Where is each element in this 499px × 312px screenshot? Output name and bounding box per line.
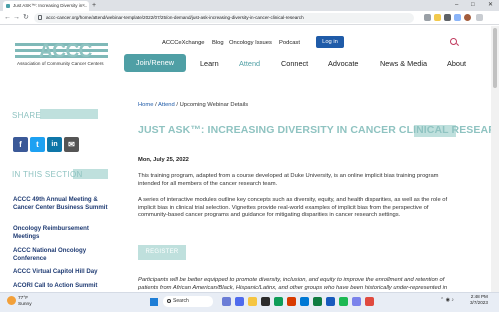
browser-tab[interactable]: Just ASK™: Increasing Diversity in ... × <box>3 1 89 11</box>
nav-item-advocate[interactable]: Advocate <box>328 59 358 68</box>
profile-avatar[interactable] <box>464 14 471 21</box>
weather-condition: Sunny <box>18 301 32 307</box>
url-input[interactable]: accc-cancer.org/home/attend/webinar-temp… <box>34 13 414 23</box>
tab-close-icon[interactable]: × <box>82 1 85 11</box>
lock-icon <box>38 15 42 20</box>
taskbar-clock[interactable]: 2:48 PM 3/7/2023 <box>470 294 488 306</box>
word-icon[interactable] <box>326 297 335 306</box>
sidebar-link-capitol-hill[interactable]: ACCC Virtual Capitol Hill Day <box>13 268 111 276</box>
taskbar-search-icon <box>167 299 171 303</box>
nav-item-connect[interactable]: Connect <box>281 59 308 68</box>
search-icon[interactable] <box>450 38 457 45</box>
utility-link-podcast[interactable]: Podcast <box>279 40 300 46</box>
bookmark-star-icon[interactable] <box>434 14 441 21</box>
login-button[interactable]: Log in <box>316 36 344 48</box>
system-tray-icons[interactable]: ⌃ ◉ ♪ <box>440 297 454 303</box>
browser-tab-bar: Just ASK™: Increasing Diversity in ... ×… <box>0 0 499 11</box>
chat-app-icon[interactable] <box>235 297 244 306</box>
reload-icon[interactable]: ↻ <box>23 13 29 23</box>
site-favicon-icon <box>6 4 10 8</box>
chrome-browser-icon[interactable] <box>274 297 283 306</box>
twitter-icon[interactable]: t <box>30 137 45 152</box>
description-paragraph: This training program, adapted from a co… <box>138 173 439 187</box>
accc-logo[interactable]: ACCC Association of Community Cancer Cen… <box>15 40 108 69</box>
close-window-icon[interactable]: ✕ <box>488 0 493 11</box>
menu-icon[interactable] <box>476 14 483 21</box>
nav-item-about[interactable]: About <box>447 59 466 68</box>
utility-link-acccexchange[interactable]: ACCCeXchange <box>162 40 205 46</box>
store-app-icon[interactable] <box>261 297 270 306</box>
section-heading: IN THIS SECTION <box>12 170 83 179</box>
sidebar-link-national-oncology[interactable]: ACCC National Oncology Conference <box>13 247 111 263</box>
breadcrumb: Home / Attend / Upcoming Webinar Details <box>138 102 248 108</box>
facebook-icon[interactable]: f <box>13 137 28 152</box>
tab-title: Just ASK™: Increasing Diversity in ... <box>13 3 88 8</box>
breadcrumb-home[interactable]: Home <box>138 102 153 108</box>
new-tab-button[interactable]: + <box>92 1 96 10</box>
nav-item-attend[interactable]: Attend <box>239 59 260 68</box>
office-app-icon[interactable] <box>287 297 296 306</box>
url-text: accc-cancer.org/home/attend/webinar-temp… <box>46 15 304 20</box>
forward-icon[interactable]: → <box>13 13 20 23</box>
minimize-icon[interactable]: – <box>455 0 458 11</box>
page-title: JUST ASK™: INCREASING DIVERSITY IN CANCE… <box>138 124 499 136</box>
register-button[interactable]: REGISTER <box>138 245 186 260</box>
clock-date: 3/7/2023 <box>470 300 488 305</box>
excel-icon[interactable] <box>313 297 322 306</box>
extensions-icon[interactable] <box>444 14 451 21</box>
windows-start-icon[interactable] <box>150 298 158 306</box>
logo-text: ACCC <box>39 41 92 62</box>
app-icon[interactable] <box>365 297 374 306</box>
task-view-icon[interactable] <box>222 297 231 306</box>
outlook-icon[interactable] <box>300 297 309 306</box>
utility-link-blog[interactable]: Blog <box>212 40 224 46</box>
sidebar-icon[interactable] <box>454 14 461 21</box>
sidebar-link-acori[interactable]: ACORI Call to Action Summit <box>13 282 111 290</box>
email-icon[interactable]: ✉ <box>64 137 79 152</box>
description-paragraph: A series of interactive modules outline … <box>138 197 448 219</box>
share-page-icon[interactable] <box>424 14 431 21</box>
scrollbar-thumb[interactable] <box>493 28 497 88</box>
nav-item-learn[interactable]: Learn <box>200 59 219 68</box>
breadcrumb-attend[interactable]: Attend <box>158 102 175 108</box>
weather-widget[interactable]: 77°F Sunny <box>18 296 32 307</box>
sun-icon[interactable] <box>7 296 16 305</box>
media-app-icon[interactable] <box>339 297 348 306</box>
teams-icon[interactable] <box>352 297 361 306</box>
breadcrumb-current: Upcoming Webinar Details <box>179 102 249 108</box>
maximize-icon[interactable]: □ <box>471 0 475 11</box>
utility-link-oncology-issues[interactable]: Oncology Issues <box>229 40 272 46</box>
linkedin-icon[interactable]: in <box>47 137 62 152</box>
file-explorer-icon[interactable] <box>248 297 257 306</box>
event-date: Mon, July 25, 2022 <box>138 157 189 163</box>
logo-subtitle: Association of Community Cancer Centers <box>17 61 104 66</box>
share-heading-accent <box>40 109 98 119</box>
join-renew-button[interactable]: Join/Renew <box>124 54 186 72</box>
address-bar-row: ← → ↻ accc-cancer.org/home/attend/webina… <box>0 11 499 25</box>
share-heading: SHARE <box>12 111 42 120</box>
sidebar-link-annual-meeting[interactable]: ACCC 49th Annual Meeting & Cancer Center… <box>13 196 111 212</box>
sidebar-link-reimbursement[interactable]: Oncology Reimbursement Meetings <box>13 225 111 241</box>
nav-item-news-media[interactable]: News & Media <box>380 59 427 68</box>
back-icon[interactable]: ← <box>4 13 11 23</box>
